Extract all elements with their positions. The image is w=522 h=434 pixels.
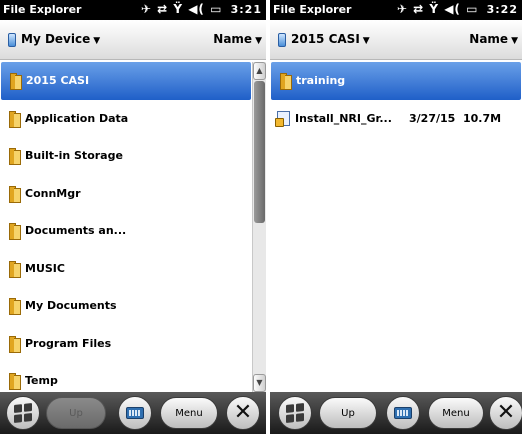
item-label: ConnMgr — [25, 186, 81, 200]
sort-dropdown[interactable]: Name ▼ — [469, 32, 518, 46]
item-label: Program Files — [25, 336, 112, 350]
installer-file-icon — [275, 110, 292, 128]
sort-label: Name — [213, 32, 253, 46]
folder-icon — [280, 73, 292, 91]
folder-icon — [9, 223, 21, 241]
app-title: File Explorer — [3, 3, 82, 16]
windows-logo-icon — [286, 403, 304, 423]
item-label: Documents an... — [25, 224, 127, 238]
status-icons[interactable]: ✈ ⇄ Ϋ ◀( ▭ 3:22 — [397, 2, 518, 16]
item-label: Application Data — [25, 111, 129, 125]
file-row[interactable]: Install_NRI_Gr... 3/27/15 10.7M — [270, 100, 522, 138]
keyboard-button[interactable] — [386, 396, 420, 430]
menu-button-label: Menu — [442, 407, 470, 419]
taskbar: Up Menu ✕ — [0, 392, 266, 434]
connectivity-icons: ✈ ⇄ Ϋ ◀( — [140, 2, 205, 16]
menu-button[interactable]: Menu — [160, 397, 218, 429]
list-item[interactable]: ConnMgr — [0, 175, 252, 213]
close-icon: ✕ — [233, 400, 253, 425]
list-item[interactable]: Documents an... — [0, 212, 252, 250]
scroll-down-button[interactable]: ▼ — [253, 374, 266, 392]
taskbar: Up Menu ✕ — [270, 392, 522, 434]
sort-label: Name — [469, 32, 509, 46]
list-item[interactable]: MUSIC — [0, 250, 252, 288]
close-button[interactable]: ✕ — [489, 396, 522, 430]
folder-icon — [10, 73, 22, 91]
location-dropdown[interactable]: 2015 CASI ▼ — [291, 32, 370, 46]
folder-icon — [9, 110, 21, 128]
close-icon: ✕ — [496, 400, 516, 425]
menu-button[interactable]: Menu — [428, 397, 484, 429]
sort-dropdown[interactable]: Name ▼ — [213, 32, 262, 46]
list-item[interactable]: Program Files — [0, 325, 252, 363]
vertical-scrollbar[interactable]: ▲ ▼ — [252, 62, 266, 392]
start-button[interactable] — [6, 396, 40, 430]
folder-icon — [9, 148, 21, 166]
up-button-label: Up — [69, 407, 83, 419]
item-label: training — [296, 74, 346, 88]
up-button[interactable]: Up — [46, 397, 106, 429]
list-item[interactable]: My Documents — [0, 287, 252, 325]
list-item[interactable]: Built-in Storage — [0, 137, 252, 175]
device-icon — [278, 33, 286, 47]
folder-icon — [9, 185, 21, 203]
status-bar: File Explorer ✈ ⇄ Ϋ ◀( ▭ 3:22 — [270, 0, 522, 20]
item-label: Built-in Storage — [25, 149, 123, 163]
up-button-label: Up — [341, 407, 355, 419]
file-size: 10.7M — [463, 111, 502, 125]
item-label: 2015 CASI — [26, 74, 90, 88]
file-name: Install_NRI_Gr... — [295, 111, 392, 125]
windows-logo-icon — [14, 403, 32, 423]
start-button[interactable] — [278, 396, 312, 430]
item-label: MUSIC — [25, 261, 65, 275]
menu-button-label: Menu — [175, 407, 203, 419]
status-icons[interactable]: ✈ ⇄ Ϋ ◀( ▭ 3:21 — [141, 2, 262, 16]
file-list: training Install_NRI_Gr... 3/27/15 10.7M — [270, 62, 522, 137]
item-label: My Documents — [25, 299, 117, 313]
battery-icon: ▭ — [466, 2, 479, 16]
chevron-down-icon: ▼ — [362, 36, 370, 46]
file-list: 2015 CASI Application Data Built-in Stor… — [0, 62, 252, 400]
file-date: 3/27/15 — [409, 111, 456, 125]
chevron-down-icon: ▼ — [255, 36, 262, 46]
clock: 3:22 — [486, 3, 518, 16]
keyboard-button[interactable] — [118, 396, 152, 430]
chevron-down-icon: ▼ — [511, 36, 518, 46]
list-item[interactable]: training — [271, 62, 521, 100]
battery-icon: ▭ — [210, 2, 223, 16]
folder-icon — [9, 335, 21, 353]
item-label: Temp — [25, 374, 58, 388]
keyboard-icon — [394, 407, 412, 419]
file-explorer-screen-right: File Explorer ✈ ⇄ Ϋ ◀( ▭ 3:22 2015 CASI ▼… — [270, 0, 522, 434]
chevron-down-icon: ▼ — [93, 36, 101, 46]
scroll-thumb[interactable] — [254, 81, 265, 223]
location-label: 2015 CASI — [291, 32, 360, 46]
list-item[interactable]: Application Data — [0, 100, 252, 138]
file-explorer-screen-left: File Explorer ✈ ⇄ Ϋ ◀( ▭ 3:21 My Device ▼… — [0, 0, 266, 434]
up-button[interactable]: Up — [319, 397, 377, 429]
folder-icon — [9, 373, 21, 391]
location-label: My Device — [21, 32, 91, 46]
app-title: File Explorer — [273, 3, 352, 16]
keyboard-icon — [126, 407, 144, 419]
close-button[interactable]: ✕ — [226, 396, 260, 430]
location-dropdown[interactable]: My Device ▼ — [21, 32, 100, 46]
folder-icon — [9, 260, 21, 278]
connectivity-icons: ✈ ⇄ Ϋ ◀( — [396, 2, 461, 16]
status-bar: File Explorer ✈ ⇄ Ϋ ◀( ▭ 3:21 — [0, 0, 266, 20]
folder-icon — [9, 298, 21, 316]
location-header: 2015 CASI ▼ Name ▼ — [270, 20, 522, 60]
clock: 3:21 — [230, 3, 262, 16]
list-item[interactable]: 2015 CASI — [1, 62, 251, 100]
location-header: My Device ▼ Name ▼ — [0, 20, 266, 60]
device-icon — [8, 33, 16, 47]
scroll-up-button[interactable]: ▲ — [253, 62, 266, 80]
